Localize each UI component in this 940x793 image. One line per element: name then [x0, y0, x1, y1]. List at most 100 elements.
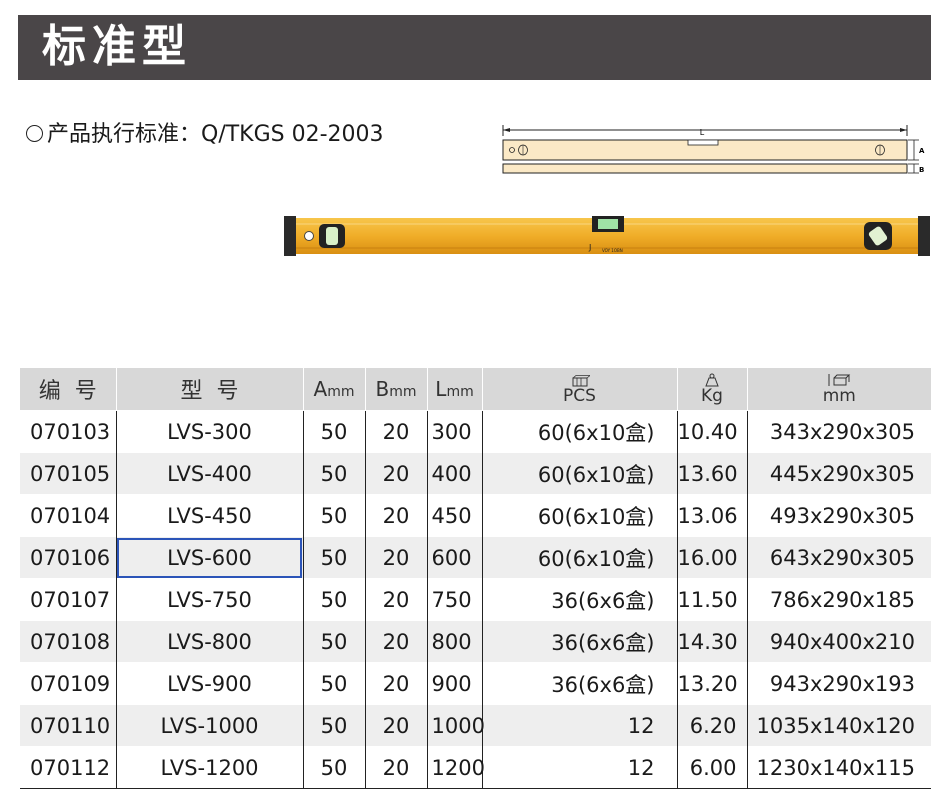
cell-code: 070104: [20, 494, 116, 537]
cell-l: 450: [426, 494, 482, 537]
table-header-row: 编号 型号 Amm Bmm Lmm PCS Kg mm: [20, 368, 931, 411]
header-a: Amm: [302, 368, 365, 411]
cell-pcs: 12: [481, 746, 677, 789]
cell-box: 943x290x193: [746, 662, 931, 705]
cell-l: 1000: [426, 704, 485, 747]
cell-box: 643x290x305: [746, 536, 931, 579]
header-l: Lmm: [426, 368, 482, 411]
cell-code: 070110: [20, 704, 116, 747]
table-row: 070112 LVS-1200 50 20 1200 12 6.00 1230x…: [20, 746, 931, 789]
spec-table: 编号 型号 Amm Bmm Lmm PCS Kg mm 070103 LVS-3…: [20, 368, 931, 789]
weight-icon: [705, 373, 719, 387]
header-code: 编号: [20, 368, 116, 411]
cell-box: 1230x140x115: [746, 746, 931, 789]
table-row: 070107 LVS-750 50 20 750 36(6x6盒) 11.50 …: [20, 578, 931, 621]
cell-l: 300: [426, 410, 482, 453]
cell-a: 50: [302, 410, 365, 453]
cell-model: LVS-1200: [115, 746, 303, 789]
cell-model: LVS-750: [115, 578, 303, 621]
table-row: 070108 LVS-800 50 20 800 36(6x6盒) 14.30 …: [20, 620, 931, 663]
cell-b: 20: [364, 662, 427, 705]
cell-pcs: 60(6x10盒): [481, 452, 677, 495]
cell-kg: 16.00: [676, 536, 747, 579]
cell-code: 070108: [20, 620, 116, 663]
cell-code: 070106: [20, 536, 116, 579]
cell-box: 940x400x210: [746, 620, 931, 663]
cell-a: 50: [302, 578, 365, 621]
table-row: 070106 LVS-600 50 20 600 60(6x10盒) 16.00…: [20, 536, 931, 579]
title-bar: 标准型: [18, 15, 931, 80]
cell-model: LVS-800: [115, 620, 303, 663]
cell-kg: 14.30: [676, 620, 747, 663]
cell-box: 1035x140x120: [746, 704, 931, 747]
cell-a: 50: [302, 704, 365, 747]
brand-mark: J: [588, 243, 591, 252]
diagram-label-l: L: [700, 128, 705, 137]
cell-l: 600: [426, 536, 482, 579]
cell-model: LVS-450: [115, 494, 303, 537]
cell-kg: 10.40: [676, 410, 747, 453]
cell-code: 070109: [20, 662, 116, 705]
cell-kg: 13.60: [676, 452, 747, 495]
cell-a: 50: [302, 620, 365, 663]
cell-b: 20: [364, 578, 427, 621]
cell-box: 343x290x305: [746, 410, 931, 453]
cell-code: 070103: [20, 410, 116, 453]
header-box: mm: [746, 368, 931, 411]
cell-kg: 6.00: [676, 746, 747, 789]
cell-pcs: 60(6x10盒): [481, 494, 677, 537]
cell-b: 20: [364, 410, 427, 453]
table-row: 070109 LVS-900 50 20 900 36(6x6盒) 13.20 …: [20, 662, 931, 705]
header-model: 型号: [115, 368, 303, 411]
cell-b: 20: [364, 536, 427, 579]
header-box-label: mm: [822, 386, 856, 406]
header-pcs-label: PCS: [563, 386, 596, 406]
cell-code: 070105: [20, 452, 116, 495]
level-dimension-diagram: L A B: [502, 125, 925, 174]
cell-model-selected[interactable]: LVS-600: [115, 536, 303, 579]
cell-b: 20: [364, 704, 427, 747]
cell-model: LVS-300: [115, 410, 303, 453]
level-small-text: VOY 1OBN: [602, 248, 623, 253]
cell-a: 50: [302, 494, 365, 537]
cell-a: 50: [302, 536, 365, 579]
cell-b: 20: [364, 494, 427, 537]
cell-model: LVS-1000: [115, 704, 303, 747]
header-b: Bmm: [364, 368, 427, 411]
diagram-label-a: A: [919, 147, 925, 155]
cell-b: 20: [364, 620, 427, 663]
cell-l: 750: [426, 578, 482, 621]
cell-box: 493x290x305: [746, 494, 931, 537]
header-kg-label: Kg: [701, 386, 723, 406]
table-row: 070110 LVS-1000 50 20 1000 12 6.20 1035x…: [20, 704, 931, 747]
table-row: 070104 LVS-450 50 20 450 60(6x10盒) 13.06…: [20, 494, 931, 537]
cell-pcs: 60(6x10盒): [481, 410, 677, 453]
cell-code: 070112: [20, 746, 116, 789]
cell-b: 20: [364, 746, 427, 789]
cell-code: 070107: [20, 578, 116, 621]
bullet-circle-icon: [26, 124, 43, 142]
cell-l: 900: [426, 662, 482, 705]
cell-l: 800: [426, 620, 482, 663]
cell-a: 50: [302, 452, 365, 495]
cell-l: 1200: [426, 746, 485, 789]
box-dimension-icon: [828, 374, 851, 386]
cell-model: LVS-900: [115, 662, 303, 705]
cell-pcs: 36(6x6盒): [481, 662, 677, 705]
header-kg: Kg: [676, 368, 747, 411]
table-row: 070103 LVS-300 50 20 300 60(6x10盒) 10.40…: [20, 410, 931, 453]
cell-a: 50: [302, 746, 365, 789]
cell-box: 786x290x185: [746, 578, 931, 621]
page-title: 标准型: [42, 21, 192, 72]
standard-text: 产品执行标准：Q/TKGS 02-2003: [47, 122, 384, 147]
diagram-label-b: B: [919, 166, 924, 174]
cell-box: 445x290x305: [746, 452, 931, 495]
cell-pcs: 36(6x6盒): [481, 578, 677, 621]
cell-pcs: 36(6x6盒): [481, 620, 677, 663]
cell-pcs: 60(6x10盒): [481, 536, 677, 579]
cell-kg: 11.50: [676, 578, 747, 621]
spirit-level-image: J VOY 1OBN: [284, 216, 930, 256]
cell-b: 20: [364, 452, 427, 495]
header-pcs: PCS: [481, 368, 677, 411]
cell-l: 400: [426, 452, 482, 495]
